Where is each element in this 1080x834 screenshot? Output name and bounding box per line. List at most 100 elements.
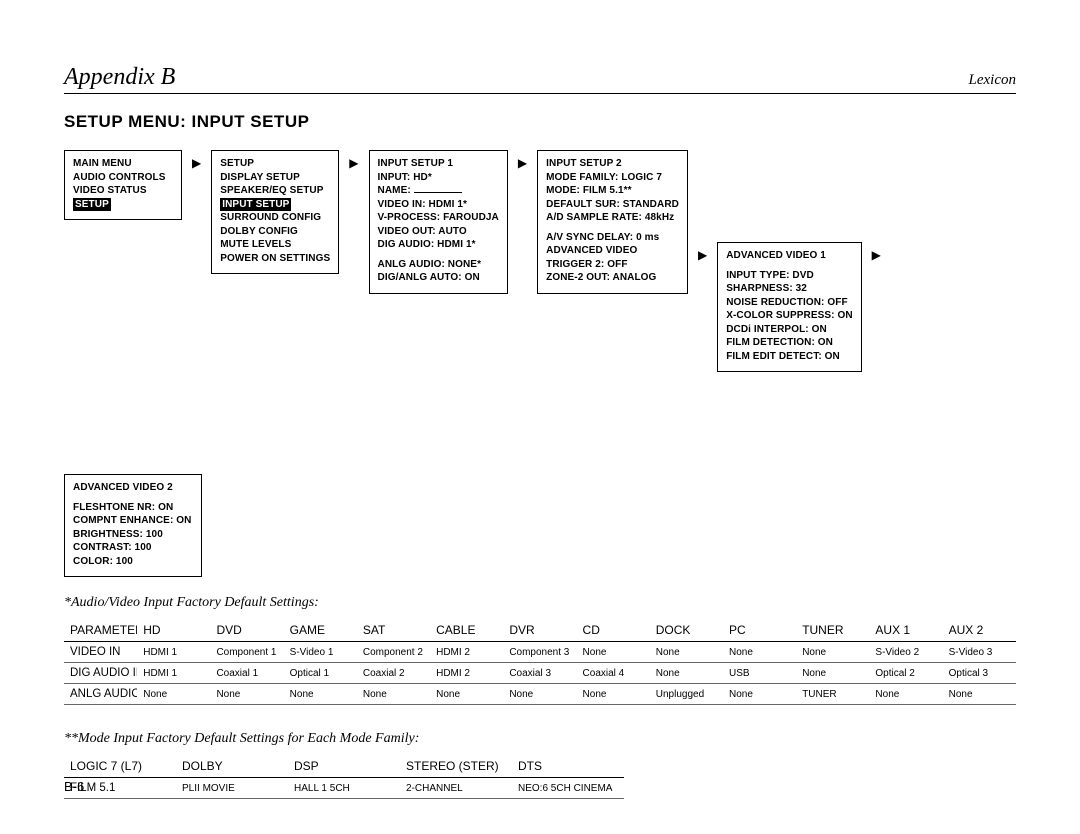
menu-advanced-video-1: ADVANCED VIDEO 1 INPUT TYPE: DVDSHARPNESS… <box>717 242 861 372</box>
defaults-table-1: PARAMETERHDDVDGAMESATCABLEDVRCDDOCKPCTUN… <box>64 619 1016 705</box>
table-cell: None <box>943 684 1016 705</box>
table-cell: None <box>577 642 650 663</box>
table-cell: None <box>723 642 796 663</box>
menu-item: NOISE REDUCTION: OFF <box>726 296 852 310</box>
table-header: CD <box>577 619 650 642</box>
table-header: STEREO (STER) <box>400 755 512 778</box>
menu-item: A/V SYNC DELAY: 0 ms <box>546 231 679 245</box>
menu-item: ADVANCED VIDEO <box>546 244 679 258</box>
menu-item: FILM DETECTION: ON <box>726 336 852 350</box>
menu-item: AUDIO CONTROLS <box>73 171 173 185</box>
table-cell: None <box>796 642 869 663</box>
table-cell: VIDEO IN <box>64 642 137 663</box>
menu-item: BRIGHTNESS: 100 <box>73 528 193 542</box>
menu-input-setup-2: INPUT SETUP 2MODE FAMILY: LOGIC 7MODE: F… <box>537 150 688 294</box>
table-cell: HDMI 2 <box>430 663 503 684</box>
menu-item: VIDEO OUT: AUTO <box>378 225 499 239</box>
arrow-icon: ▶ <box>698 248 707 262</box>
table-cell: None <box>796 663 869 684</box>
menu-item: DEFAULT SUR: STANDARD <box>546 198 679 212</box>
table-cell: Optical 1 <box>284 663 357 684</box>
menu-item: FLESHTONE NR: ON <box>73 501 193 515</box>
table-cell: None <box>357 684 430 705</box>
menu-input-setup-1: INPUT SETUP 1INPUT: HD*NAME: VIDEO IN: H… <box>369 150 508 294</box>
table-cell: HDMI 2 <box>430 642 503 663</box>
table-cell: Coaxial 4 <box>577 663 650 684</box>
table-cell: None <box>577 684 650 705</box>
table-header: DVR <box>503 619 576 642</box>
table-header: DOLBY <box>176 755 288 778</box>
menu-row: MAIN MENUAUDIO CONTROLSVIDEO STATUSSETUP… <box>64 150 1016 577</box>
table-row: ANLG AUDIO INNoneNoneNoneNoneNoneNoneNon… <box>64 684 1016 705</box>
menu-item: COLOR: 100 <box>73 555 193 569</box>
table-cell: Component 3 <box>503 642 576 663</box>
menu-item: TRIGGER 2: OFF <box>546 258 679 272</box>
menu-item: DIG AUDIO: HDMI 1* <box>378 238 499 252</box>
menu-item: POWER ON SETTINGS <box>220 252 330 266</box>
menu-item: DIG/ANLG AUTO: ON <box>378 271 499 285</box>
menu-item: INPUT SETUP 2 <box>546 157 679 171</box>
table-header: TUNER <box>796 619 869 642</box>
arrow-icon: ▶ <box>192 156 201 170</box>
table-cell: ANLG AUDIO IN <box>64 684 137 705</box>
table-cell: DIG AUDIO IN <box>64 663 137 684</box>
table-cell: None <box>723 684 796 705</box>
table-cell: Coaxial 3 <box>503 663 576 684</box>
table-header: LOGIC 7 (L7) <box>64 755 176 778</box>
table-cell: Optical 3 <box>943 663 1016 684</box>
arrow-icon: ▶ <box>518 156 527 170</box>
menu-item: INPUT SETUP 1 <box>378 157 499 171</box>
table-header: DTS <box>512 755 624 778</box>
menu-item: ANLG AUDIO: NONE* <box>378 258 499 272</box>
menu-main: MAIN MENUAUDIO CONTROLSVIDEO STATUSSETUP <box>64 150 182 220</box>
table-header: AUX 1 <box>869 619 942 642</box>
menu-item: DISPLAY SETUP <box>220 171 330 185</box>
menu-item: COMPNT ENHANCE: ON <box>73 514 193 528</box>
table-cell: None <box>869 684 942 705</box>
table-row: VIDEO INHDMI 1Component 1S-Video 1Compon… <box>64 642 1016 663</box>
table-cell: S-Video 1 <box>284 642 357 663</box>
menu-item: FILM EDIT DETECT: ON <box>726 350 852 364</box>
appendix-label: Appendix B <box>64 64 175 91</box>
menu-item: ADVANCED VIDEO 1 <box>726 249 852 263</box>
table-header: DSP <box>288 755 400 778</box>
table-cell: HDMI 1 <box>137 642 210 663</box>
table-header: PC <box>723 619 796 642</box>
menu-item: INPUT TYPE: DVD <box>726 269 852 283</box>
menu-item: MAIN MENU <box>73 157 173 171</box>
table-header: DVD <box>210 619 283 642</box>
page-number: B-6 <box>64 779 84 794</box>
table-cell: Component 2 <box>357 642 430 663</box>
table-row: DIG AUDIO INHDMI 1Coaxial 1Optical 1 Coax… <box>64 663 1016 684</box>
menu-item: NAME: <box>378 184 499 198</box>
menu-item: DCDi INTERPOL: ON <box>726 323 852 337</box>
table1-note: *Audio/Video Input Factory Default Setti… <box>64 595 1016 611</box>
table-row: FILM 5.1PLII MOVIEHALL 1 5CH2-CHANNELNEO… <box>64 778 624 799</box>
menu-item: DOLBY CONFIG <box>220 225 330 239</box>
table-header: CABLE <box>430 619 503 642</box>
table-cell: Coaxial 1 <box>210 663 283 684</box>
menu-item: VIDEO IN: HDMI 1* <box>378 198 499 212</box>
menu-item: MODE FAMILY: LOGIC 7 <box>546 171 679 185</box>
brand-label: Lexicon <box>969 72 1016 89</box>
table-cell: None <box>503 684 576 705</box>
menu-item: INPUT: HD* <box>378 171 499 185</box>
table-cell: None <box>210 684 283 705</box>
menu-item: CONTRAST: 100 <box>73 541 193 555</box>
table-cell: HDMI 1 <box>137 663 210 684</box>
menu-advanced-video-2: ADVANCED VIDEO 2FLESHTONE NR: ONCOMPNT E… <box>64 474 202 577</box>
section-title: SETUP MENU: INPUT SETUP <box>64 112 1016 132</box>
menu-item: SHARPNESS: 32 <box>726 282 852 296</box>
table-header: AUX 2 <box>943 619 1016 642</box>
table-cell: PLII MOVIE <box>176 778 288 799</box>
menu-item: MUTE LEVELS <box>220 238 330 252</box>
table-cell: 2-CHANNEL <box>400 778 512 799</box>
table-header: SAT <box>357 619 430 642</box>
table-cell: None <box>284 684 357 705</box>
table-cell: None <box>650 642 723 663</box>
table-cell: S-Video 2 <box>869 642 942 663</box>
table-cell: Optical 2 <box>869 663 942 684</box>
table-cell: HALL 1 5CH <box>288 778 400 799</box>
table-cell: Component 1 <box>210 642 283 663</box>
table-cell: S-Video 3 <box>943 642 1016 663</box>
